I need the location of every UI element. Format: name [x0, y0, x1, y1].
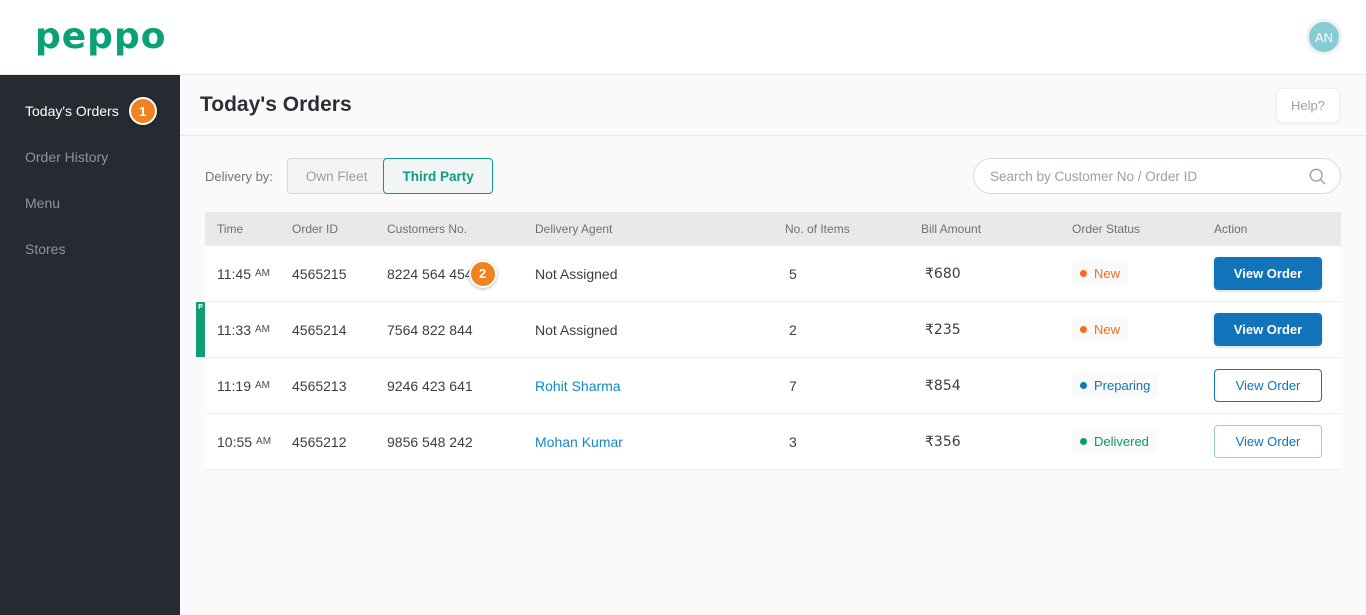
view-order-button[interactable]: View Order — [1214, 313, 1322, 346]
action-cell: View Order — [1214, 257, 1341, 290]
status-dot — [1080, 270, 1087, 277]
filters-row: Delivery by: Own Fleet Third Party — [205, 158, 1341, 194]
status-label: New — [1094, 266, 1120, 281]
delivery-agent-link[interactable]: Rohit Sharma — [535, 378, 785, 394]
main-content: Today's Orders Help? Delivery by: Own Fl… — [180, 75, 1366, 615]
order-id-cell: 4565213 — [292, 378, 387, 394]
sidebar-item-label: Menu — [25, 195, 60, 211]
title-bar: Today's Orders Help? — [180, 75, 1366, 136]
bill-cell: ₹680 — [921, 266, 1072, 282]
help-button[interactable]: Help? — [1276, 88, 1340, 123]
status-label: Delivered — [1094, 434, 1149, 449]
time-cell: 11:19AM — [217, 378, 292, 394]
bill-cell: ₹854 — [921, 378, 1072, 394]
col-time: Time — [217, 222, 292, 236]
table-row: 11:45AM 4565215 8224 564 454 2 Not Assig… — [205, 246, 1341, 302]
sidebar-item-label: Order History — [25, 149, 108, 165]
own-fleet-toggle[interactable]: Own Fleet — [287, 158, 386, 194]
status-cell: New — [1072, 261, 1214, 286]
col-delivery-agent: Delivery Agent — [535, 222, 785, 236]
col-customer-no: Customers No. — [387, 222, 535, 236]
table-row: P 11:33AM 4565214 7564 822 844 Not Assig… — [205, 302, 1341, 358]
search-input[interactable] — [990, 169, 1308, 184]
delivery-agent-cell: Not Assigned — [535, 266, 785, 282]
page-title: Today's Orders — [200, 93, 352, 117]
status-label: New — [1094, 322, 1120, 337]
sidebar-item-label: Stores — [25, 241, 65, 257]
app-root: peppo AN Today's Orders 1 Order History … — [0, 0, 1366, 615]
search-box — [973, 158, 1341, 194]
step-badge-2: 2 — [469, 260, 497, 288]
time-cell: 11:33AM — [217, 322, 292, 338]
status-badge: Delivered — [1072, 429, 1157, 454]
action-cell: View Order — [1214, 369, 1341, 402]
items-cell: 2 — [785, 322, 921, 338]
sidebar-item-stores[interactable]: Stores — [0, 226, 180, 272]
top-bar: peppo AN — [0, 0, 1366, 75]
table-row: 10:55AM 4565212 9856 548 242 Mohan Kumar… — [205, 414, 1341, 470]
action-cell: View Order — [1214, 425, 1341, 458]
search-icon[interactable] — [1308, 167, 1327, 186]
user-avatar[interactable]: AN — [1306, 19, 1342, 55]
delivery-by-toggle: Own Fleet Third Party — [287, 158, 493, 194]
customer-no-cell: 9856 548 242 — [387, 434, 535, 450]
view-order-button[interactable]: View Order — [1214, 369, 1322, 402]
table-header: Time Order ID Customers No. Delivery Age… — [205, 212, 1341, 246]
status-cell: Delivered — [1072, 429, 1214, 454]
delivery-by-label: Delivery by: — [205, 169, 273, 184]
bill-cell: ₹356 — [921, 434, 1072, 450]
status-badge: New — [1072, 317, 1128, 342]
col-bill: Bill Amount — [921, 222, 1072, 236]
sidebar-item-order-history[interactable]: Order History — [0, 134, 180, 180]
status-dot — [1080, 438, 1087, 445]
third-party-toggle[interactable]: Third Party — [383, 158, 492, 194]
order-id-cell: 4565214 — [292, 322, 387, 338]
sidebar: Today's Orders 1 Order History Menu Stor… — [0, 75, 180, 615]
step-badge-1: 1 — [129, 97, 157, 125]
customer-no-cell: 8224 564 454 2 — [387, 260, 535, 288]
priority-indicator: P — [196, 302, 205, 357]
col-order-id: Order ID — [292, 222, 387, 236]
delivery-agent-link[interactable]: Mohan Kumar — [535, 434, 785, 450]
peppo-logo[interactable]: peppo — [35, 19, 166, 55]
time-cell: 11:45AM — [217, 266, 292, 282]
order-id-cell: 4565212 — [292, 434, 387, 450]
sidebar-item-todays-orders[interactable]: Today's Orders 1 — [0, 88, 180, 134]
col-action: Action — [1214, 222, 1341, 236]
status-cell: Preparing — [1072, 373, 1214, 398]
items-cell: 7 — [785, 378, 921, 394]
status-label: Preparing — [1094, 378, 1150, 393]
status-badge: Preparing — [1072, 373, 1158, 398]
col-status: Order Status — [1072, 222, 1214, 236]
customer-no-cell: 9246 423 641 — [387, 378, 535, 394]
items-cell: 5 — [785, 266, 921, 282]
bill-cell: ₹235 — [921, 322, 1072, 338]
items-cell: 3 — [785, 434, 921, 450]
delivery-agent-cell: Not Assigned — [535, 322, 785, 338]
orders-table: Time Order ID Customers No. Delivery Age… — [205, 212, 1341, 470]
status-cell: New — [1072, 317, 1214, 342]
action-cell: View Order — [1214, 313, 1341, 346]
table-row: 11:19AM 4565213 9246 423 641 Rohit Sharm… — [205, 358, 1341, 414]
status-dot — [1080, 326, 1087, 333]
order-id-cell: 4565215 — [292, 266, 387, 282]
time-cell: 10:55AM — [217, 434, 292, 450]
customer-no-cell: 7564 822 844 — [387, 322, 535, 338]
status-dot — [1080, 382, 1087, 389]
status-badge: New — [1072, 261, 1128, 286]
view-order-button[interactable]: View Order — [1214, 425, 1322, 458]
col-items: No. of Items — [785, 222, 921, 236]
sidebar-item-menu[interactable]: Menu — [0, 180, 180, 226]
sidebar-item-label: Today's Orders — [25, 103, 119, 119]
view-order-button[interactable]: View Order — [1214, 257, 1322, 290]
